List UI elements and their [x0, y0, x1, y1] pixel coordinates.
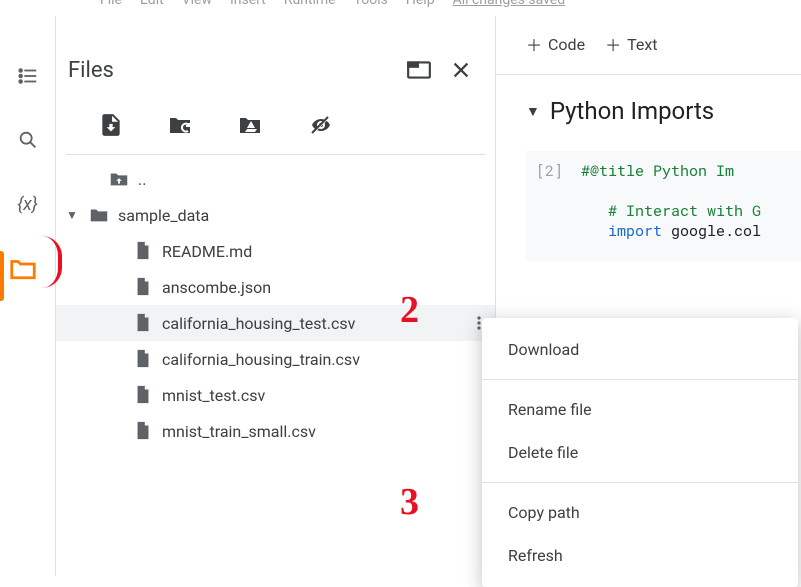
tree-file-readme[interactable]: README.md — [56, 233, 495, 269]
panel-title: Files — [68, 58, 114, 83]
tree-file-anscombe[interactable]: anscombe.json — [56, 269, 495, 305]
divider — [482, 482, 798, 483]
file-tree: .. ▼ sample_data README.md anscombe.json… — [56, 155, 495, 455]
active-indicator — [0, 251, 4, 301]
tree-file-mnist-train[interactable]: mnist_train_small.csv — [56, 413, 495, 449]
menu-help[interactable]: Help — [406, 0, 435, 8]
upload-file-icon[interactable] — [96, 110, 126, 140]
tree-file-california-train[interactable]: california_housing_train.csv — [56, 341, 495, 377]
notebook-section: ▼ Python Imports [2]#@title Python Im # … — [496, 75, 801, 261]
tree-up-label: .. — [138, 170, 146, 189]
file-icon — [132, 276, 154, 298]
file-icon — [132, 312, 154, 334]
cm-download[interactable]: Download — [482, 328, 798, 371]
folder-up-icon — [108, 168, 130, 190]
hide-icon[interactable] — [306, 110, 336, 140]
save-status: All changes saved — [453, 0, 566, 8]
notebook-toolbar: ＋Code ＋Text — [496, 26, 801, 75]
tree-file-california-test[interactable]: california_housing_test.csv — [56, 305, 495, 341]
mount-drive-icon[interactable] — [236, 110, 266, 140]
refresh-folder-icon[interactable] — [166, 110, 196, 140]
code-cell[interactable]: [2]#@title Python Im # Interact with G i… — [526, 151, 801, 261]
divider — [482, 379, 798, 380]
exec-count: [2] — [536, 161, 563, 181]
file-icon — [132, 348, 154, 370]
tree-up[interactable]: .. — [56, 161, 495, 197]
context-menu: Download Rename file Delete file Copy pa… — [482, 318, 798, 587]
folder-icon[interactable] — [8, 256, 38, 286]
variables-icon[interactable]: {x} — [16, 192, 40, 216]
tree-folder-sample-data[interactable]: ▼ sample_data — [56, 197, 495, 233]
menu-insert[interactable]: Insert — [230, 0, 266, 8]
cm-copy-path[interactable]: Copy path — [482, 491, 798, 534]
chevron-down-icon[interactable]: ▼ — [526, 103, 540, 120]
toc-icon[interactable] — [16, 64, 40, 88]
file-icon — [132, 240, 154, 262]
plus-icon: ＋ — [526, 32, 542, 56]
file-icon — [132, 384, 154, 406]
left-rail: {x} — [0, 16, 55, 576]
menu-tools[interactable]: Tools — [354, 0, 388, 8]
menu-runtime[interactable]: Runtime — [284, 0, 336, 8]
search-icon[interactable] — [16, 128, 40, 152]
files-toolbar — [66, 102, 485, 155]
close-icon[interactable] — [447, 56, 475, 84]
cm-delete[interactable]: Delete file — [482, 431, 798, 474]
files-panel: Files — [55, 16, 495, 576]
cm-rename[interactable]: Rename file — [482, 388, 798, 431]
menubar: File Edit View Insert Runtime Tools Help… — [0, 0, 801, 16]
tree-file-mnist-test[interactable]: mnist_test.csv — [56, 377, 495, 413]
add-text-button[interactable]: ＋Text — [605, 32, 657, 56]
menu-view[interactable]: View — [182, 0, 212, 8]
folder-icon — [88, 204, 110, 226]
section-heading[interactable]: ▼ Python Imports — [526, 97, 801, 125]
file-icon — [132, 420, 154, 442]
add-code-button[interactable]: ＋Code — [526, 32, 585, 56]
header-tab-icon[interactable] — [405, 56, 433, 84]
plus-icon: ＋ — [605, 32, 621, 56]
cm-refresh[interactable]: Refresh — [482, 534, 798, 577]
menu-file[interactable]: File — [100, 0, 122, 8]
menu-edit[interactable]: Edit — [140, 0, 164, 8]
chevron-down-icon[interactable]: ▼ — [66, 208, 80, 222]
